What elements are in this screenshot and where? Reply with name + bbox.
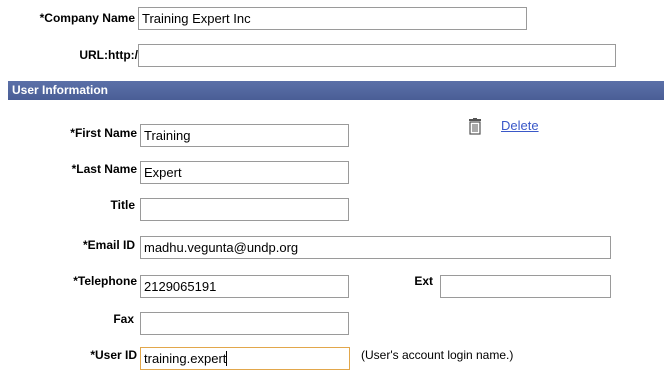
user-id-value: training.expert xyxy=(144,351,227,366)
email-label: *Email ID xyxy=(82,238,135,252)
company-name-input[interactable]: Training Expert Inc xyxy=(138,7,527,30)
text-caret xyxy=(226,351,228,366)
user-id-label: *User ID xyxy=(90,348,137,362)
title-input[interactable] xyxy=(140,198,349,221)
first-name-label: *First Name xyxy=(70,126,137,140)
company-name-label: *Company Name xyxy=(39,11,135,25)
fax-label: Fax xyxy=(113,312,134,326)
user-id-input[interactable]: training.expert xyxy=(140,347,350,370)
last-name-input[interactable]: Expert xyxy=(140,161,349,184)
url-label: URL: xyxy=(79,48,108,62)
trash-icon[interactable] xyxy=(468,118,482,135)
telephone-label: *Telephone xyxy=(73,274,137,288)
fax-input[interactable] xyxy=(140,312,349,335)
user-id-hint: (User's account login name.) xyxy=(361,348,514,362)
first-name-input[interactable]: Training xyxy=(140,124,349,147)
title-label: Title xyxy=(110,198,135,212)
ext-label: Ext xyxy=(414,274,433,288)
ext-input[interactable] xyxy=(440,275,611,298)
telephone-input[interactable]: 2129065191 xyxy=(140,275,349,298)
url-prefix: http:// xyxy=(108,48,142,62)
delete-link[interactable]: Delete xyxy=(501,118,539,133)
user-information-header: User Information xyxy=(8,81,664,100)
url-input[interactable] xyxy=(138,44,616,67)
email-input[interactable]: madhu.vegunta@undp.org xyxy=(140,236,611,259)
last-name-label: *Last Name xyxy=(71,162,137,176)
